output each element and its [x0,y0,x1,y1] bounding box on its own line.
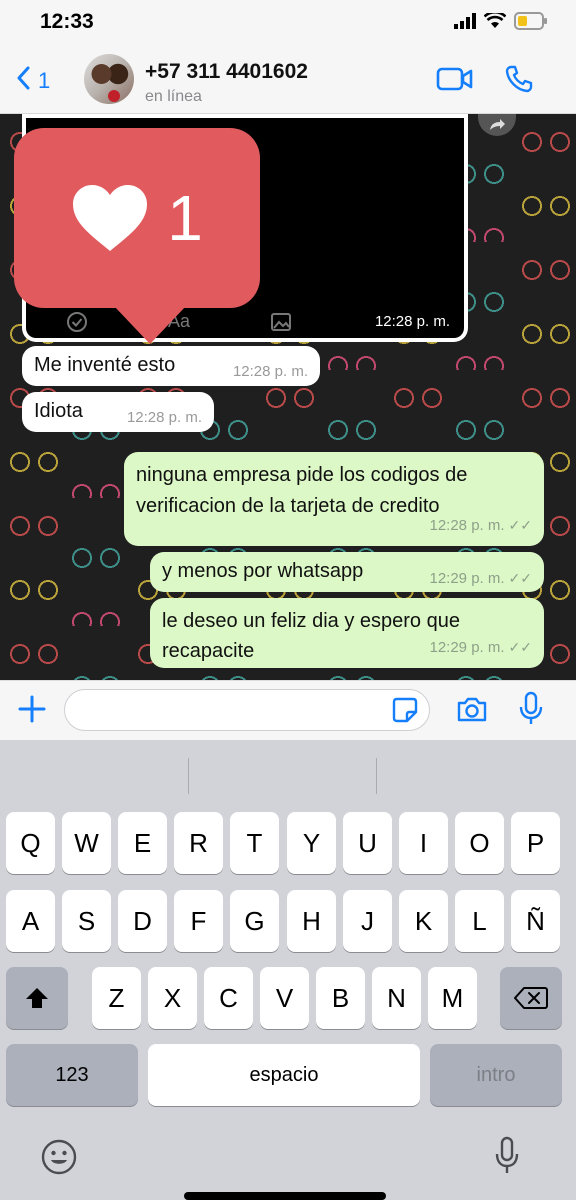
key[interactable]: N [372,967,421,1029]
keyboard: Q W E R T Y U I O P A S D F G H J K L Ñ … [0,740,576,1200]
like-count: 1 [167,182,203,254]
plus-icon [18,695,46,723]
key[interactable]: H [287,890,336,952]
incoming-message[interactable]: Me inventé esto 12:28 p. m. [22,346,320,386]
key[interactable]: D [118,890,167,952]
key[interactable]: J [343,890,392,952]
key[interactable]: X [148,967,197,1029]
signal-icon [454,13,476,34]
key[interactable]: P [511,812,560,874]
chat-area[interactable]: Aa 12:28 p. m. 1 Me inventé esto 12:28 p… [0,114,576,680]
forward-button[interactable] [478,114,516,136]
back-unread-count: 1 [38,68,51,93]
key[interactable]: G [230,890,279,952]
message-time: 12:28 p. m. [374,313,450,330]
sticker-button[interactable] [392,697,418,728]
check-circle-icon [66,311,88,338]
key[interactable]: Z [92,967,141,1029]
key[interactable]: M [428,967,477,1029]
message-text: Idiota [34,400,83,422]
voice-call-button[interactable] [504,64,534,99]
key[interactable]: U [343,812,392,874]
message-time: 12:28 p. m. ✓✓ [429,510,532,541]
shift-key[interactable] [6,967,68,1029]
sticker-icon [392,697,418,723]
heart-icon [73,185,148,251]
attach-button[interactable] [18,695,46,728]
key[interactable]: W [62,812,111,874]
forward-arrow-icon [490,119,505,130]
back-button[interactable]: 1 [16,66,50,96]
key[interactable]: A [6,890,55,952]
home-indicator[interactable] [184,1192,386,1200]
message-text-line: ninguna empresa pide los codigos de [136,464,468,486]
outgoing-message[interactable]: ninguna empresa pide los codigos de veri… [124,452,544,546]
key[interactable]: I [399,812,448,874]
status-bar: 12:33 [0,0,576,44]
key[interactable]: S [62,890,111,952]
key[interactable]: L [455,890,504,952]
microphone-icon [519,691,543,724]
video-call-button[interactable] [436,66,474,97]
numbers-key[interactable]: 123 [6,1044,138,1106]
message-text: y menos por whatsapp [162,560,364,582]
message-time: 12:29 p. m. ✓✓ [429,570,532,587]
contact-status: en línea [145,88,202,105]
key[interactable]: B [316,967,365,1029]
backspace-icon [514,987,548,1009]
like-notification-badge: 1 [14,128,260,344]
wifi-icon [483,10,507,34]
message-time: 12:28 p. m. [232,363,308,380]
key[interactable]: F [174,890,223,952]
key[interactable]: O [455,812,504,874]
key[interactable]: C [204,967,253,1029]
double-check-icon: ✓✓ [508,517,532,533]
key[interactable]: Y [287,812,336,874]
battery-icon [514,12,548,35]
contact-name[interactable]: +57 311 4401602 [145,60,308,84]
dictation-button[interactable] [494,1136,520,1181]
shift-arrow-icon [26,988,48,1008]
camera-icon [457,697,487,722]
key[interactable]: E [118,812,167,874]
key[interactable]: Ñ [511,890,560,952]
message-input[interactable] [64,689,430,731]
microphone-icon [495,1136,519,1173]
avatar[interactable] [84,54,134,104]
avatar-flower [108,90,120,102]
message-time: 12:28 p. m. [126,409,202,426]
camera-button[interactable] [456,695,488,728]
key[interactable]: R [174,812,223,874]
status-time: 12:33 [40,10,94,33]
outgoing-message[interactable]: le deseo un feliz dia y espero que recap… [150,598,544,668]
chat-header: 1 +57 311 4401602 en línea [0,44,576,114]
return-key[interactable]: intro [430,1044,562,1106]
suggestion-divider [188,758,189,794]
double-check-icon: ✓✓ [508,570,532,586]
status-icons [454,10,548,35]
video-camera-icon [436,67,473,91]
space-key[interactable]: espacio [148,1044,420,1106]
emoji-button[interactable] [40,1138,78,1181]
key[interactable]: K [399,890,448,952]
phone-icon [505,65,533,93]
key[interactable]: T [230,812,279,874]
delete-key[interactable] [500,967,562,1029]
emoji-icon [41,1139,77,1175]
suggestion-divider [376,758,377,794]
outgoing-message[interactable]: y menos por whatsapp 12:29 p. m. ✓✓ [150,552,544,592]
message-text: Me inventé esto [34,354,176,376]
key[interactable]: Q [6,812,55,874]
voice-note-button[interactable] [518,691,544,732]
key[interactable]: V [260,967,309,1029]
photo-icon [270,311,292,338]
composer-bar [0,680,576,740]
incoming-message[interactable]: Idiota 12:28 p. m. [22,392,214,432]
chevron-left-icon [16,66,30,96]
double-check-icon: ✓✓ [508,639,532,655]
message-time: 12:29 p. m. ✓✓ [429,632,532,663]
